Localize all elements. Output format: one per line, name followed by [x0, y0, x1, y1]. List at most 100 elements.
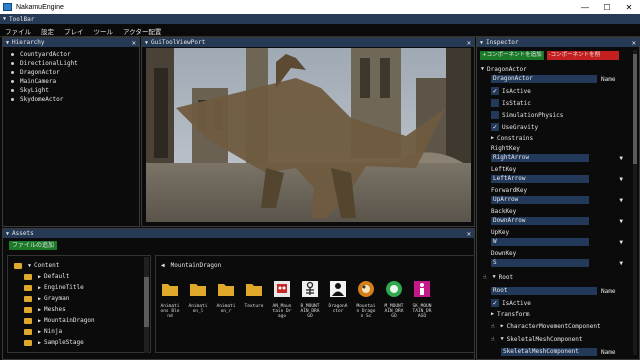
transform-row[interactable]: ▶ Transform: [477, 309, 635, 319]
tree-item[interactable]: ▼ Content: [14, 260, 144, 271]
isactive-checkbox[interactable]: ✓: [491, 299, 499, 307]
collapse-arrow-icon[interactable]: ▼: [480, 40, 483, 46]
menu-play[interactable]: プレイ: [59, 26, 89, 36]
character-movement-row[interactable]: ☝ ▶ CharacterMovementComponent: [477, 321, 635, 331]
constrains-row[interactable]: ▶ Constrains: [477, 133, 635, 143]
expand-arrow-icon[interactable]: ▶: [38, 307, 41, 313]
scene-viewport[interactable]: [146, 48, 471, 222]
key-select[interactable]: S: [491, 259, 589, 267]
root-header[interactable]: ☝ ▼ Root: [477, 272, 635, 282]
use-gravity-checkbox[interactable]: ✓: [491, 123, 499, 131]
dropdown-arrow-icon[interactable]: ▼: [619, 218, 623, 225]
menu-settings[interactable]: 設定: [36, 26, 59, 36]
expand-arrow-icon[interactable]: ▶: [38, 285, 41, 291]
skeletal-mesh-row[interactable]: ☝ ▼ SkeletalMeshComponent: [477, 334, 635, 344]
inspector-titlebar[interactable]: ▼ Inspector ✕: [477, 38, 639, 47]
expand-arrow-icon[interactable]: ▶: [501, 323, 504, 329]
key-select[interactable]: DownArrow: [491, 217, 589, 225]
asset-tile[interactable]: Animation_r: [216, 280, 236, 314]
collapse-arrow-icon[interactable]: ▼: [6, 40, 9, 46]
expand-arrow-icon[interactable]: ▶: [38, 296, 41, 302]
assets-titlebar[interactable]: ▼ Assets ✕: [3, 229, 474, 238]
hierarchy-titlebar[interactable]: ▼ Hierarchy ✕: [3, 38, 139, 47]
hierarchy-item[interactable]: MainCamera: [11, 77, 139, 86]
dropdown-arrow-icon[interactable]: ▼: [619, 260, 623, 267]
key-select[interactable]: RightArrow: [491, 154, 589, 162]
collapse-arrow-icon[interactable]: ▼: [3, 16, 6, 22]
back-arrow-icon[interactable]: ◀: [161, 262, 165, 269]
asset-tile[interactable]: Mountain Dragon Sc: [356, 280, 376, 319]
minimize-button[interactable]: —: [574, 0, 596, 14]
collapse-arrow-icon[interactable]: ▼: [493, 274, 496, 280]
asset-tile[interactable]: Animation_l: [188, 280, 208, 314]
collapse-arrow-icon[interactable]: ▼: [6, 231, 9, 237]
add-file-button[interactable]: ファイルの追加: [9, 241, 58, 250]
expand-arrow-icon[interactable]: ▶: [38, 274, 41, 280]
isactive-checkbox[interactable]: ✓: [491, 87, 499, 95]
collapse-arrow-icon[interactable]: ▼: [501, 336, 504, 342]
menu-tools[interactable]: ツール: [89, 26, 119, 36]
menu-file[interactable]: ファイル: [0, 26, 36, 36]
menu-place-actor[interactable]: アクター配置: [118, 26, 166, 36]
simulation-physics-row[interactable]: SimulationPhysics: [477, 110, 635, 120]
remove-component-button[interactable]: -コンポーネントを削: [546, 51, 619, 60]
dropdown-arrow-icon[interactable]: ▼: [619, 176, 623, 183]
tree-item[interactable]: ▶ Default: [14, 271, 144, 282]
dropdown-arrow-icon[interactable]: ▼: [619, 155, 623, 162]
close-icon[interactable]: ✕: [467, 230, 471, 238]
hierarchy-item[interactable]: CountyardActor: [11, 50, 139, 59]
close-window-button[interactable]: ✕: [618, 0, 640, 14]
expand-arrow-icon[interactable]: ▶: [38, 318, 41, 324]
use-gravity-row[interactable]: ✓ UseGravity: [477, 122, 635, 132]
hierarchy-item[interactable]: SkydomeActor: [11, 95, 139, 104]
tree-item[interactable]: ▶ Meshes: [14, 304, 144, 315]
scrollbar-thumb[interactable]: [633, 54, 637, 164]
expand-arrow-icon[interactable]: ▶: [38, 340, 41, 346]
tree-scrollbar[interactable]: [144, 257, 149, 353]
asset-tile[interactable]: B_MOUNTAIN_DRAGO: [300, 280, 320, 319]
hierarchy-item[interactable]: SkyLight: [11, 86, 139, 95]
skeletal-name-field[interactable]: SkeletalMeshComponent: [501, 348, 597, 356]
root-isactive-row[interactable]: ✓ IsActive: [477, 298, 635, 308]
toolbar-title[interactable]: ▼ ToolBar: [0, 14, 640, 24]
tree-item[interactable]: ▶ SampleStage: [14, 337, 144, 348]
collapse-arrow-icon[interactable]: ▼: [481, 66, 484, 72]
tree-item[interactable]: ▶ EngineTitle: [14, 282, 144, 293]
actor-header[interactable]: ▼ DragonActor: [477, 64, 635, 74]
scrollbar-thumb[interactable]: [144, 277, 149, 327]
expand-arrow-icon[interactable]: ▼: [28, 263, 31, 269]
add-component-button[interactable]: +コンポーネントを追加: [480, 51, 544, 60]
hierarchy-item[interactable]: DragonActor: [11, 68, 139, 77]
asset-tile[interactable]: Texture: [244, 280, 264, 309]
maximize-button[interactable]: ☐: [596, 0, 618, 14]
close-icon[interactable]: ✕: [467, 39, 471, 47]
inspector-scrollbar[interactable]: [633, 50, 637, 355]
root-name-field[interactable]: Root: [491, 287, 597, 295]
asset-tile[interactable]: AN_Mountain Drago: [272, 280, 292, 319]
key-select[interactable]: W: [491, 238, 589, 246]
actor-name-field[interactable]: DragonActor: [491, 75, 597, 83]
asset-tile[interactable]: DragonActor: [328, 280, 348, 314]
asset-tile[interactable]: SK_MOUNTAIN_DRAGO: [412, 280, 432, 319]
expand-arrow-icon[interactable]: ▶: [491, 135, 494, 141]
isactive-row[interactable]: ✓ IsActive: [477, 86, 635, 96]
tree-item[interactable]: ▶ Grayman: [14, 293, 144, 304]
close-icon[interactable]: ✕: [632, 39, 636, 47]
key-select[interactable]: UpArrow: [491, 196, 589, 204]
asset-tile[interactable]: M_MOUNTAIN_DRAGO: [384, 280, 404, 319]
dropdown-arrow-icon[interactable]: ▼: [619, 197, 623, 204]
close-icon[interactable]: ✕: [132, 39, 136, 47]
key-select[interactable]: LeftArrow: [491, 175, 589, 183]
dropdown-arrow-icon[interactable]: ▼: [619, 239, 623, 246]
tree-item[interactable]: ▶ Ninja: [14, 326, 144, 337]
expand-arrow-icon[interactable]: ▶: [38, 329, 41, 335]
collapse-arrow-icon[interactable]: ▼: [145, 40, 148, 46]
asset-tile[interactable]: Animations Blend: [160, 280, 180, 319]
viewport-titlebar[interactable]: ▼ GuiToolViewPort ✕: [142, 38, 474, 47]
tree-item[interactable]: ▶ MountainDragon: [14, 315, 144, 326]
isstatic-checkbox[interactable]: [491, 99, 499, 107]
simulation-physics-checkbox[interactable]: [491, 111, 499, 119]
isstatic-row[interactable]: IsStatic: [477, 98, 635, 108]
expand-arrow-icon[interactable]: ▶: [491, 311, 494, 317]
hierarchy-item[interactable]: DirectionalLight: [11, 59, 139, 68]
